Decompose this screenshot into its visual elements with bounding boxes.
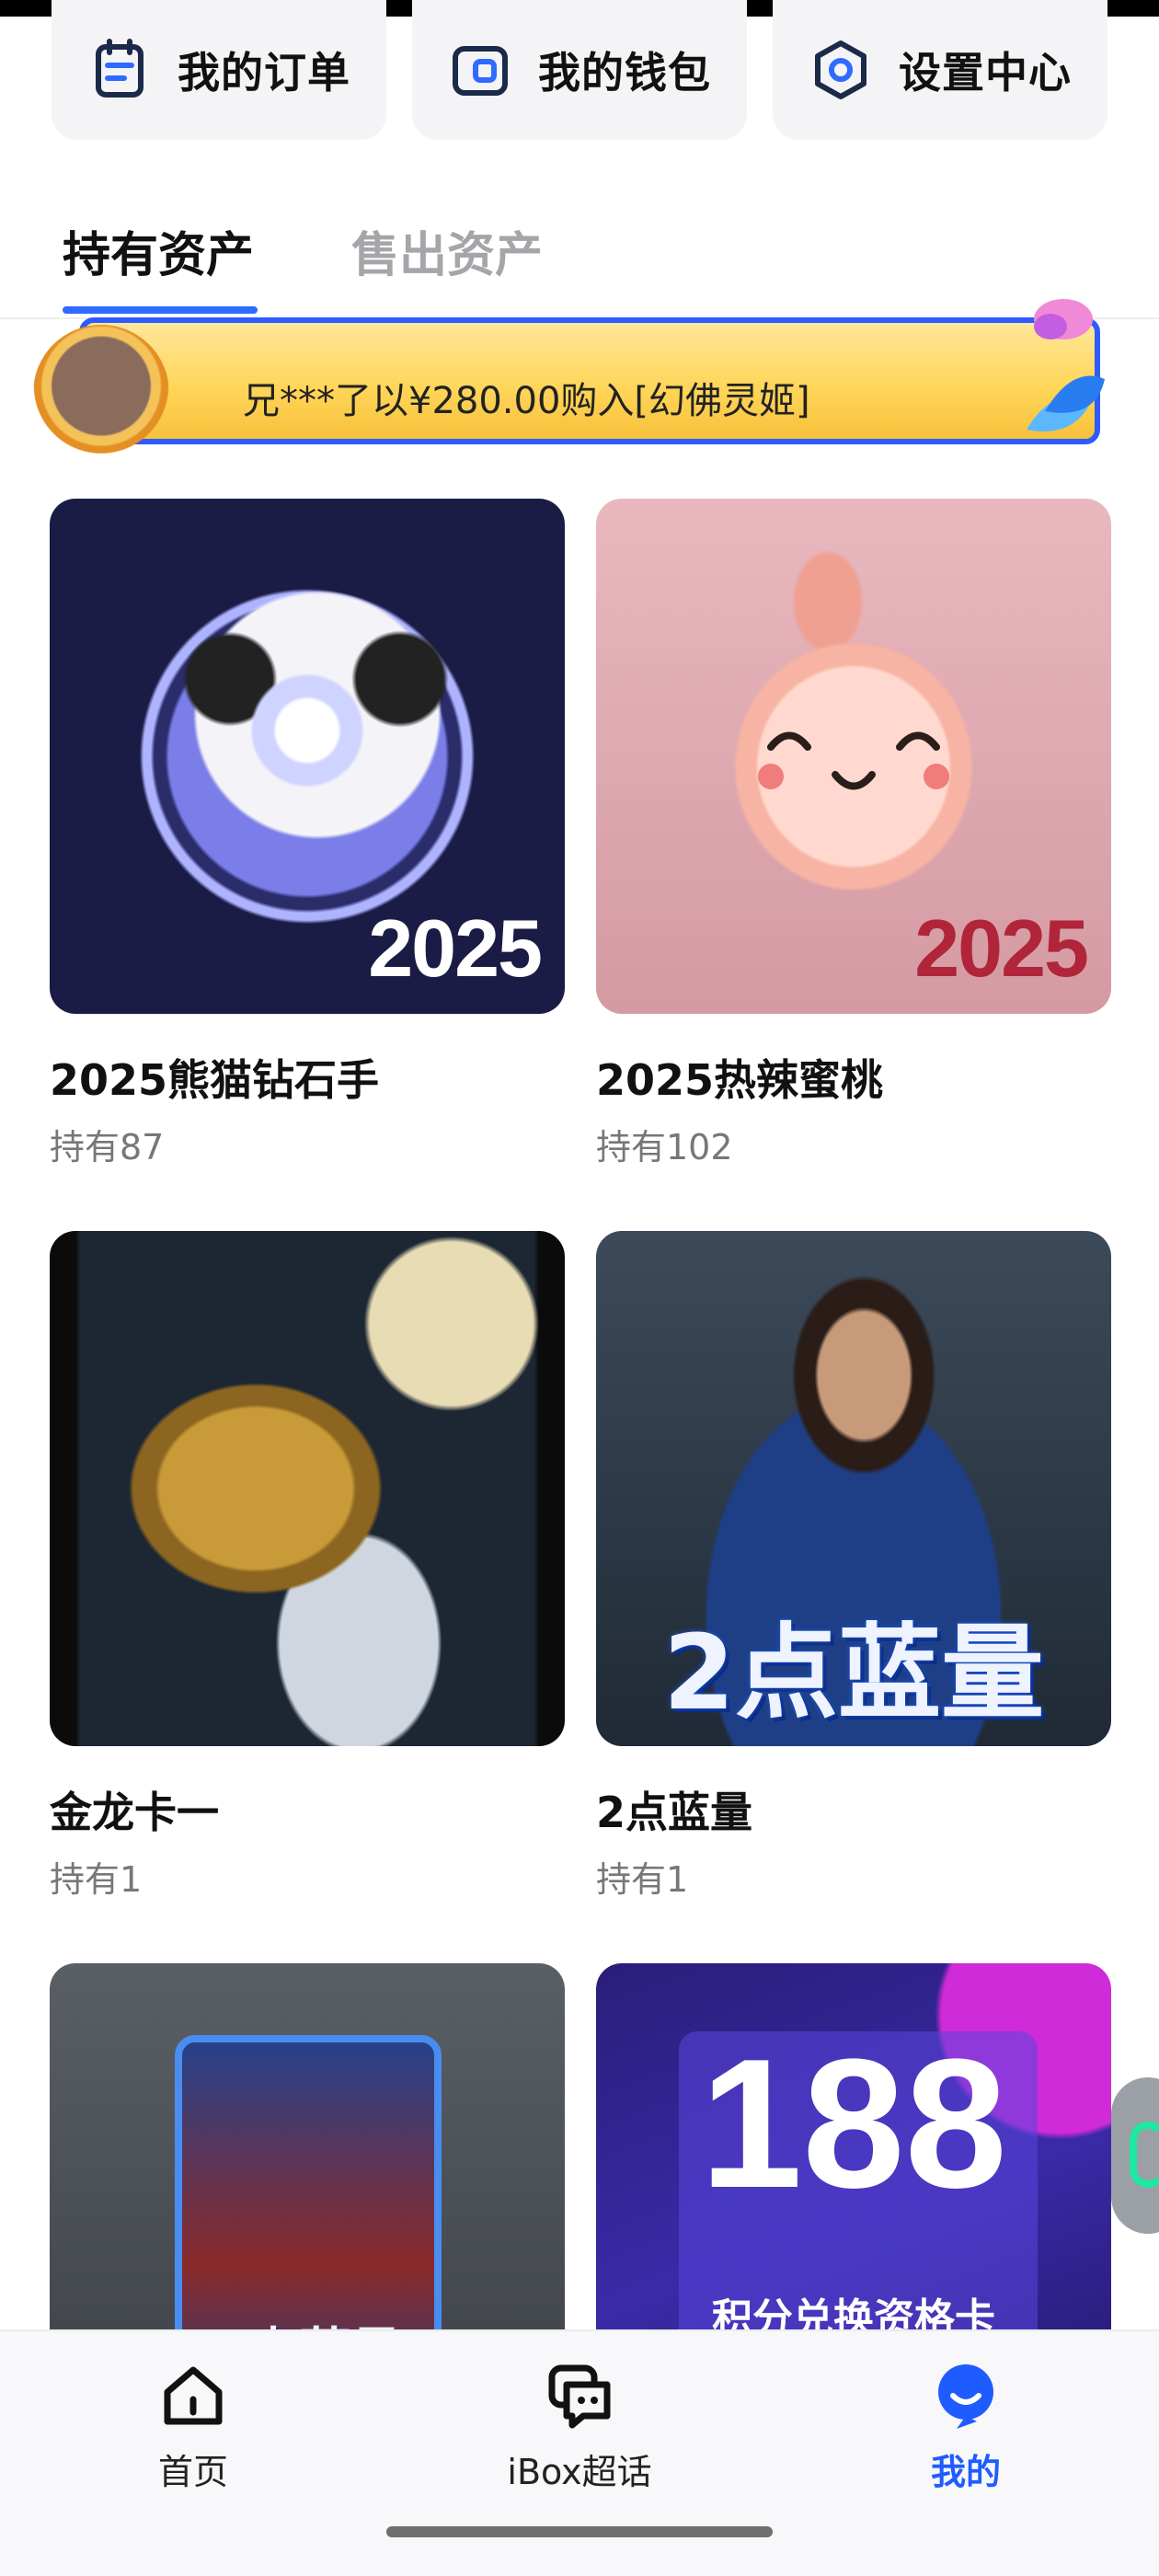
wallet-icon: [453, 46, 508, 96]
asset-image-golden-dragon: [50, 1231, 565, 1746]
asset-image-panda: 2025: [50, 499, 565, 1014]
floating-assistant-button[interactable]: [1111, 2077, 1159, 2234]
asset-image-year: 2025: [914, 903, 1089, 994]
home-indicator: [386, 2526, 773, 2537]
asset-card[interactable]: 2025 2025热辣蜜桃 持有102: [596, 499, 1111, 1167]
my-wallet-button[interactable]: 我的钱包: [412, 0, 747, 140]
nav-ibox-topics[interactable]: iBox超话: [442, 2359, 717, 2494]
my-orders-button[interactable]: 我的订单: [52, 0, 386, 140]
asset-title: 2025熊猫钻石手: [50, 1055, 380, 1105]
quick-actions: 我的订单 我的钱包 设置中心: [52, 0, 1107, 140]
purchase-notice-banner[interactable]: 兄***了以¥280.00购入[幻佛灵姬]: [33, 299, 1119, 461]
asset-image-year: 2025: [368, 903, 543, 994]
banner-text: 兄***了以¥280.00购入[幻佛灵姬]: [243, 380, 810, 422]
settings-icon: [815, 40, 866, 99]
screen: 我的订单 我的钱包 设置中心 持有资产 售出资产 兄***了以¥280.00购入…: [0, 0, 1159, 2576]
asset-image-peach: 2025: [596, 499, 1111, 1014]
avatar: [33, 325, 169, 461]
banner-body: 兄***了以¥280.00购入[幻佛灵姬]: [79, 317, 1100, 444]
asset-title: 2025热辣蜜桃: [596, 1055, 884, 1105]
nav-ibox-topics-label: iBox超话: [507, 2452, 652, 2492]
asset-tabs: 持有资产 售出资产: [0, 207, 1159, 317]
tab-holding-assets[interactable]: 持有资产: [63, 216, 254, 285]
peach-face-icon: [758, 731, 949, 790]
home-icon: [164, 2366, 223, 2425]
chat-icon: [548, 2364, 611, 2429]
tab-sold-assets[interactable]: 售出资产: [351, 216, 543, 285]
settings-center-label: 设置中心: [899, 48, 1072, 98]
profile-icon: [938, 2364, 993, 2429]
nav-home-label: 首页: [157, 2452, 228, 2492]
asset-image-warrior: 2点蓝量: [596, 1231, 1111, 1746]
assistant-icon: [1130, 2122, 1159, 2188]
asset-card[interactable]: 2025 2025熊猫钻石手 持有87: [50, 499, 565, 1167]
bottom-navigation: 首页 iBox超话 我的: [0, 2329, 1159, 2576]
my-wallet-label: 我的钱包: [538, 48, 711, 98]
asset-title: 金龙卡一: [50, 1788, 219, 1837]
asset-hold-count: 持有1: [596, 1859, 689, 1900]
order-icon: [96, 39, 143, 98]
points-card-number: 188: [700, 2021, 1007, 2226]
asset-image-caption: 2点蓝量: [663, 1614, 1044, 1733]
nav-home[interactable]: 首页: [55, 2359, 331, 2494]
asset-title: 2点蓝量: [596, 1788, 753, 1837]
asset-hold-count: 持有102: [596, 1127, 733, 1167]
nav-profile[interactable]: 我的: [828, 2359, 1104, 2494]
my-orders-label: 我的订单: [178, 48, 350, 98]
settings-center-button[interactable]: 设置中心: [773, 0, 1107, 140]
nav-profile-label: 我的: [930, 2452, 1001, 2492]
butterfly-decoration-icon: [1027, 299, 1105, 431]
asset-hold-count: 持有87: [50, 1127, 165, 1167]
asset-hold-count: 持有1: [50, 1859, 143, 1900]
asset-card[interactable]: 金龙卡一 持有1: [50, 1231, 565, 1900]
asset-card[interactable]: 2点蓝量 2点蓝量 持有1: [596, 1231, 1111, 1900]
